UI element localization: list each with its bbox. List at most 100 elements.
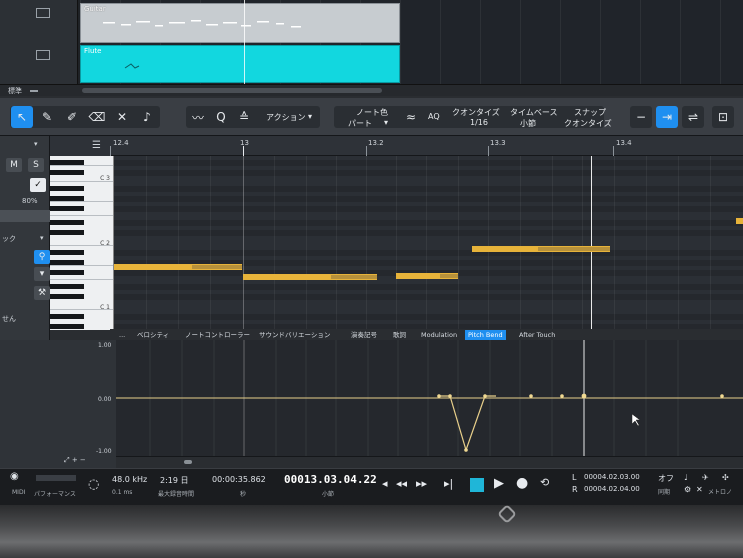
tab-articulation[interactable]: 演奏記号 — [348, 330, 380, 340]
transport-bar: ◉ MIDI パフォーマンス ◌ 48.0 kHz 0.1 ms 2:19 日 … — [0, 468, 743, 505]
follow-icon[interactable]: ⇥ — [656, 106, 678, 128]
record-icon[interactable]: ● — [516, 475, 528, 491]
velocity-percent[interactable]: 80% — [22, 197, 38, 205]
seconds-time[interactable]: 00:00:35.862 — [212, 475, 266, 484]
quantize-select[interactable]: 1/16 — [470, 118, 488, 127]
black-key[interactable] — [50, 220, 84, 225]
bar-position[interactable]: 00013.03.04.22 — [284, 473, 377, 486]
scroll-thumb[interactable] — [184, 460, 192, 464]
wave-icon[interactable]: 〰 — [187, 106, 209, 128]
grid-line — [274, 156, 275, 330]
minus-icon[interactable]: − — [630, 106, 652, 128]
return-to-zero-icon[interactable]: ◂ — [382, 477, 388, 490]
loop-icon[interactable]: ⟲ — [540, 476, 549, 489]
metronome-icon[interactable]: ✈ — [702, 473, 709, 482]
sync-label: 同期 — [658, 489, 671, 496]
flute-clip[interactable]: Flute — [80, 45, 400, 83]
black-key[interactable] — [50, 186, 84, 191]
end-icon[interactable]: ▸| — [444, 477, 453, 490]
black-key[interactable] — [50, 250, 84, 255]
align-icon[interactable]: ≙ — [233, 106, 255, 128]
piano-keyboard[interactable]: C 3 C 2 C 1 — [50, 156, 114, 330]
tab-lyrics[interactable]: 歌詞 — [390, 330, 409, 340]
piano-roll-grid[interactable] — [114, 156, 743, 330]
chevron-down-icon[interactable]: ▾ — [34, 267, 50, 281]
timebase-select[interactable]: 小節 — [520, 118, 536, 129]
loop-end[interactable]: 00004.02.04.00 — [584, 485, 640, 493]
search-icon[interactable]: ⚲ — [34, 250, 50, 264]
loop-start[interactable]: 00004.02.03.00 — [584, 473, 640, 481]
speaker-tool-icon[interactable]: ♪ — [136, 106, 158, 128]
action-menu[interactable]: アクション — [266, 112, 306, 123]
note-color-select[interactable]: パート — [348, 118, 372, 129]
play-icon[interactable]: ▶ — [494, 476, 504, 491]
tab-modulation[interactable]: Modulation — [418, 330, 460, 340]
tab-after-touch[interactable]: After Touch — [516, 330, 558, 340]
performance-meter — [36, 475, 76, 481]
solo-button[interactable]: S — [28, 158, 44, 172]
aq-button[interactable]: AQ — [428, 112, 440, 121]
sync-off[interactable]: オフ — [658, 473, 674, 484]
wrench-icon[interactable]: ⚒ — [34, 286, 50, 300]
grid-row — [114, 160, 743, 166]
list-icon[interactable]: ☰ — [92, 140, 101, 151]
tab-sound-variation[interactable]: サウンドバリエーション — [256, 330, 333, 340]
mute-tool-icon[interactable]: ✕ — [111, 106, 133, 128]
pitch-bend-lane[interactable] — [116, 340, 743, 456]
ruler-tick — [243, 146, 244, 156]
split-icon[interactable]: ⇌ — [682, 106, 704, 128]
metronome-toggle-icon[interactable]: ✕ — [696, 485, 703, 494]
black-key[interactable] — [50, 284, 84, 289]
keyboard-icon[interactable] — [36, 50, 50, 60]
gear-icon[interactable]: ⚙ — [684, 485, 691, 494]
eraser-tool-icon[interactable]: ⌫ — [86, 106, 108, 128]
horizontal-scrollbar[interactable] — [82, 88, 382, 93]
velocity-curve-icon[interactable]: ≈ — [400, 106, 422, 128]
fast-forward-icon[interactable]: ▸▸ — [416, 477, 427, 490]
zoom-icon[interactable]: ⤢ + − — [64, 456, 86, 465]
settings-icon[interactable]: ✣ — [722, 473, 729, 482]
rewind-icon[interactable]: ◂◂ — [396, 477, 407, 490]
midi-note[interactable] — [472, 246, 610, 252]
tab-note-controller[interactable]: ノートコントローラー — [182, 330, 253, 340]
note-velocity — [440, 274, 458, 278]
settings-square-icon[interactable]: ⊡ — [712, 106, 734, 128]
checkbox-icon[interactable]: ✓ — [30, 178, 46, 192]
snap-select[interactable]: クオンタイズ — [564, 118, 612, 129]
black-key[interactable] — [50, 314, 84, 319]
note-velocity — [331, 275, 377, 279]
stop-button[interactable] — [470, 478, 484, 492]
black-key[interactable] — [50, 294, 84, 299]
pencil-tool-icon[interactable]: ✎ — [36, 106, 58, 128]
grid-line — [306, 156, 307, 330]
monitor-bezel — [0, 504, 743, 558]
quantize-q-icon[interactable]: Q — [210, 106, 232, 128]
black-key[interactable] — [50, 206, 84, 211]
black-key[interactable] — [50, 324, 84, 329]
tab-velocity[interactable]: ベロシティ — [134, 330, 172, 340]
keyboard-icon[interactable] — [36, 8, 50, 18]
slider-strip[interactable] — [0, 210, 50, 222]
midi-note[interactable] — [114, 264, 242, 270]
arrow-tool-icon[interactable]: ↖ — [11, 106, 33, 128]
midi-note[interactable] — [243, 274, 377, 280]
black-key[interactable] — [50, 270, 84, 275]
cpu-icon[interactable]: ◌ — [88, 477, 99, 492]
lane-scrollbar[interactable] — [116, 456, 743, 468]
pitch-bend-curve — [116, 340, 743, 456]
tab-pitch-bend[interactable]: Pitch Bend — [465, 330, 506, 340]
black-key[interactable] — [50, 230, 84, 235]
lane-tab-more[interactable]: ... — [116, 330, 128, 340]
guitar-clip[interactable]: Guitar — [80, 3, 400, 43]
mute-button[interactable]: M — [6, 158, 22, 172]
paint-tool-icon[interactable]: ✐ — [61, 106, 83, 128]
dropdown-icon[interactable] — [30, 90, 38, 92]
black-key[interactable] — [50, 170, 84, 175]
record-time-label: 最大録音時間 — [158, 491, 195, 498]
midi-note[interactable] — [736, 218, 743, 224]
midi-note[interactable] — [396, 273, 458, 279]
sample-rate: 48.0 kHz — [112, 475, 148, 484]
tempo-icon[interactable]: ♩ — [684, 473, 688, 482]
timeline-ruler[interactable]: 12.4 13 13.2 13.3 13.4 — [110, 136, 743, 156]
grid-line — [178, 156, 179, 330]
